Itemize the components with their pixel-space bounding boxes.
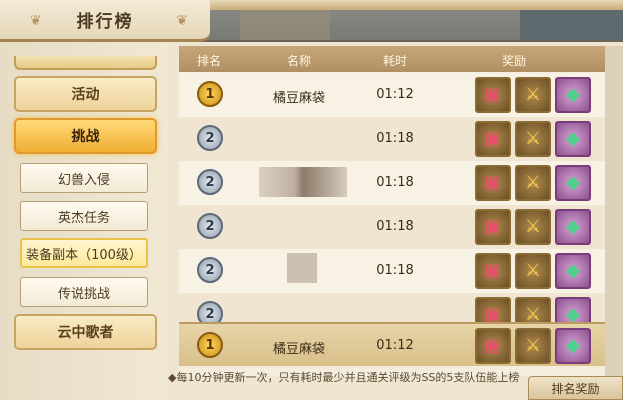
elapsed-time: 01:18 <box>376 263 414 278</box>
rank-badge-silver: 2 <box>197 213 223 239</box>
ornament-icon: ❦ <box>30 13 42 29</box>
sword-icon[interactable]: ⚔ <box>515 121 551 157</box>
column-header-name: 名称 <box>286 54 311 68</box>
chest-icon[interactable]: ▣ <box>475 165 511 201</box>
blurred-name <box>287 253 317 283</box>
elapsed-time: 01:18 <box>376 219 414 234</box>
gem-icon[interactable]: ◆ <box>555 121 591 157</box>
rank-badge-gold: 1 <box>197 81 223 107</box>
rank-badge-silver: 2 <box>197 169 223 195</box>
chest-icon[interactable]: ▣ <box>475 328 511 364</box>
gem-icon[interactable]: ◆ <box>555 77 591 113</box>
gem-icon[interactable]: ◆ <box>555 165 591 201</box>
column-header-time: 耗时 <box>382 54 407 68</box>
ornate-top-bar <box>207 0 623 10</box>
ornament-icon: ❦ <box>176 13 188 29</box>
rank-badge-gold: 1 <box>197 332 223 358</box>
table-header: 排名 名称 耗时 奖励 <box>179 46 605 72</box>
sidebar-item-cloud-singer[interactable]: 云中歌者 <box>14 314 157 350</box>
update-note: ◆每10分钟更新一次，只有耗时最少并且通关评级为SS的5支队伍能上榜 <box>168 371 520 384</box>
table-row[interactable]: 2 01:18 ▣ ⚔ ◆ <box>179 205 605 249</box>
elapsed-time: 01:12 <box>376 338 414 353</box>
page-title: 排行榜 <box>76 12 134 32</box>
sidebar-item-activity[interactable]: 活动 <box>14 76 157 112</box>
elapsed-time: 01:18 <box>376 175 414 190</box>
sidebar-subitem-equipment-dungeon[interactable]: 装备副本（100级） <box>20 238 148 268</box>
scrollbar[interactable] <box>605 46 623 376</box>
column-header-rank: 排名 <box>196 54 221 68</box>
chest-icon[interactable]: ▣ <box>475 253 511 289</box>
player-name: 橘豆麻袋 <box>272 342 325 357</box>
column-header-reward: 奖励 <box>501 54 526 68</box>
sword-icon[interactable]: ⚔ <box>515 77 551 113</box>
my-rank-row[interactable]: 1 橘豆麻袋 01:12 ▣ ⚔ ◆ <box>179 322 605 366</box>
table-row[interactable]: 2 01:18 ▣ ⚔ ◆ <box>179 161 605 205</box>
elapsed-time: 01:18 <box>376 131 414 146</box>
table-row[interactable]: 2 01:18 ▣ ⚔ ◆ <box>179 249 605 293</box>
sidebar-subitem-legend-challenge[interactable]: 传说挑战 <box>20 277 148 307</box>
gem-icon[interactable]: ◆ <box>555 209 591 245</box>
sword-icon[interactable]: ⚔ <box>515 165 551 201</box>
elapsed-time: 01:12 <box>376 87 414 102</box>
table-row[interactable]: 1 橘豆麻袋 01:12 ▣ ⚔ ◆ <box>179 73 605 117</box>
sidebar-subitem-beast-invasion[interactable]: 幻兽入侵 <box>20 163 148 193</box>
sidebar-item-partial[interactable] <box>14 56 157 70</box>
blurred-name <box>259 167 347 197</box>
sword-icon[interactable]: ⚔ <box>515 209 551 245</box>
rank-reward-button[interactable]: 排名奖励 <box>528 376 623 400</box>
leaderboard-table: 排名 名称 耗时 奖励 1 橘豆麻袋 01:12 ▣ ⚔ ◆ 2 01:18 ▣… <box>179 46 605 376</box>
sidebar-item-challenge[interactable]: 挑战 <box>14 118 157 154</box>
player-name: 橘豆麻袋 <box>272 91 325 106</box>
table-row[interactable]: 2 01:18 ▣ ⚔ ◆ <box>179 117 605 161</box>
sidebar-subitem-hero-quest[interactable]: 英杰任务 <box>20 201 148 231</box>
title-plate: ❦ 排行榜 ❦ <box>0 0 210 42</box>
chest-icon[interactable]: ▣ <box>475 121 511 157</box>
chest-icon[interactable]: ▣ <box>475 209 511 245</box>
sword-icon[interactable]: ⚔ <box>515 328 551 364</box>
gem-icon[interactable]: ◆ <box>555 328 591 364</box>
rank-badge-silver: 2 <box>197 125 223 151</box>
sword-icon[interactable]: ⚔ <box>515 253 551 289</box>
rank-badge-silver: 2 <box>197 257 223 283</box>
gem-icon[interactable]: ◆ <box>555 253 591 289</box>
chest-icon[interactable]: ▣ <box>475 77 511 113</box>
